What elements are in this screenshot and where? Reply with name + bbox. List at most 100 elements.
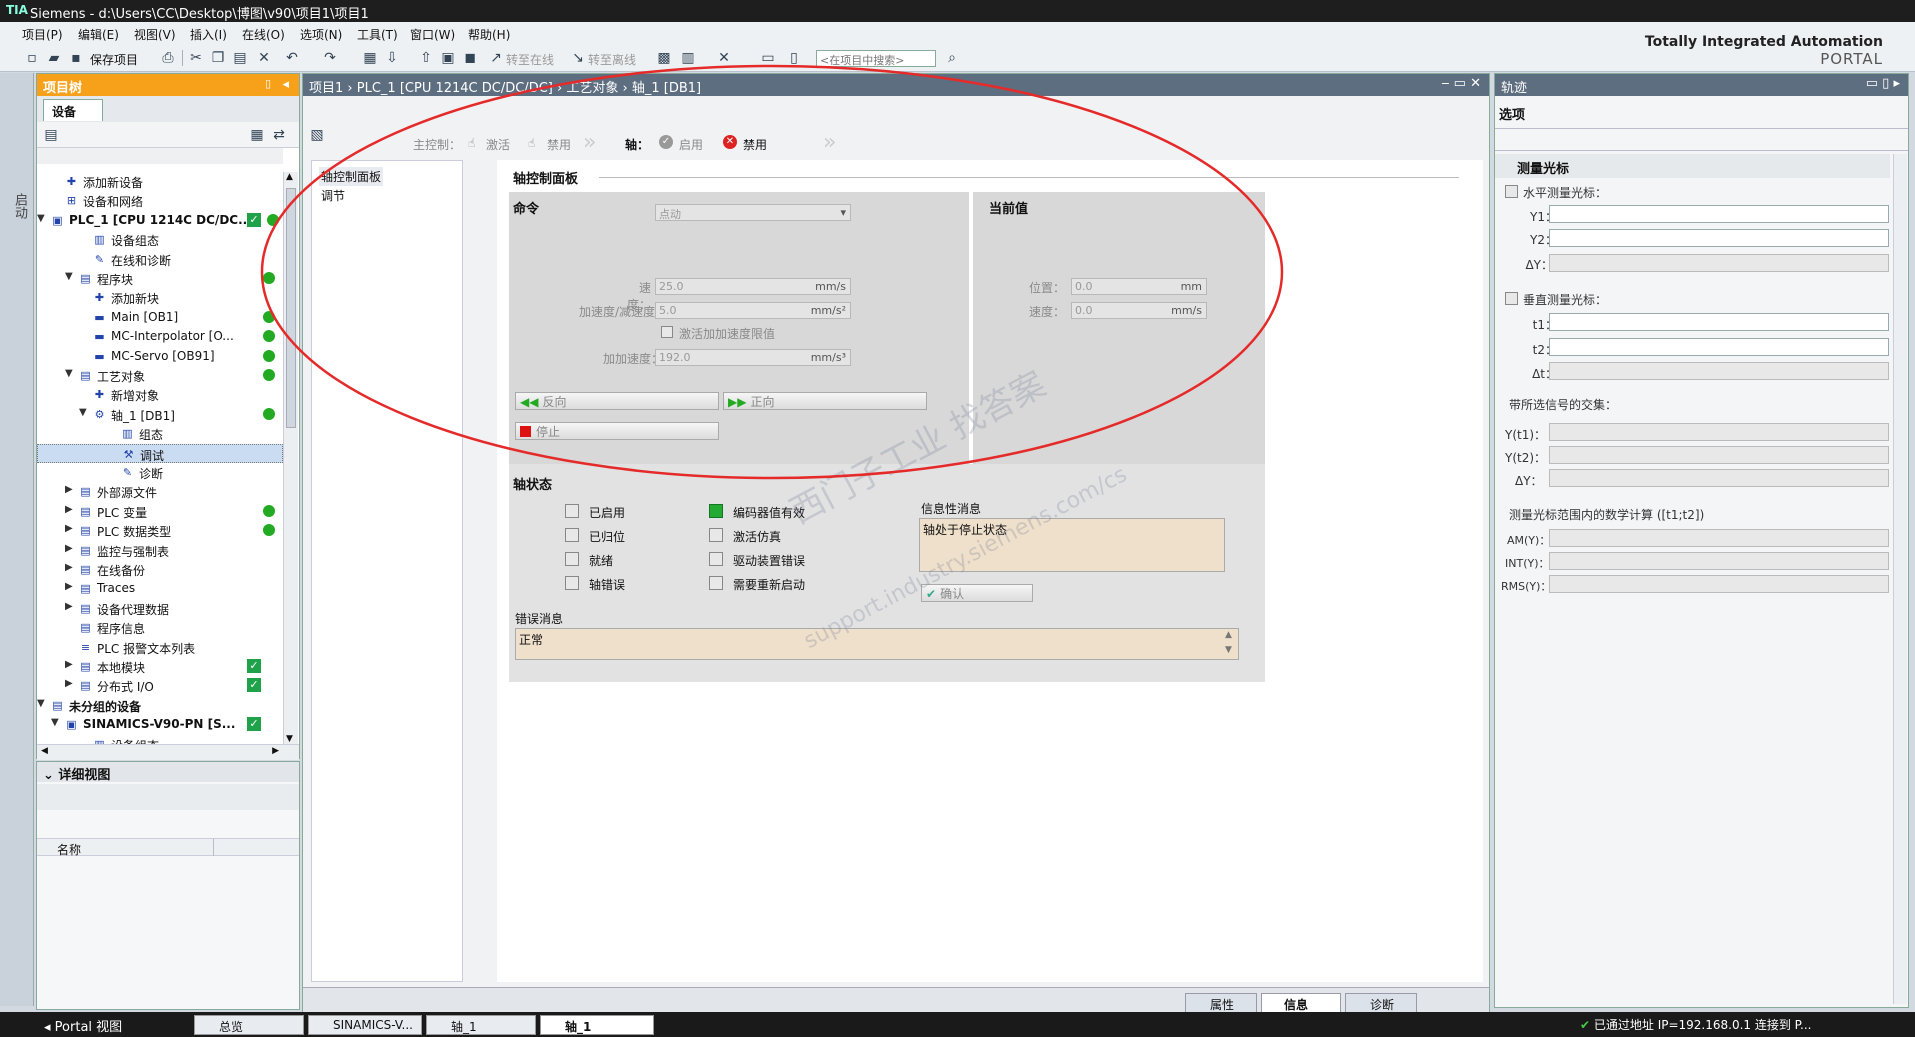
tree-view-icon[interactable]: ▤ bbox=[43, 127, 59, 143]
tree-add-block[interactable]: ✚ 添加新块 bbox=[37, 288, 283, 307]
stop-button[interactable]: 停止 bbox=[515, 422, 719, 440]
tree-watch-tables[interactable]: ▶ ▤ 监控与强制表 bbox=[37, 541, 283, 560]
compile-icon[interactable]: ▦ bbox=[362, 50, 378, 66]
axis-tab-2[interactable]: 轴_1 bbox=[540, 1015, 654, 1035]
tree-axis-config[interactable]: ▥ 组态 bbox=[37, 424, 283, 443]
nav-axis-control-panel[interactable]: 轴控制面板 bbox=[319, 167, 384, 186]
delete-icon[interactable]: ✕ bbox=[256, 50, 272, 66]
tree-alarm-texts[interactable]: ≡ PLC 报警文本列表 bbox=[37, 638, 283, 657]
tree-main-ob1[interactable]: ▬ Main [OB1] bbox=[37, 308, 283, 327]
y1-input[interactable] bbox=[1549, 205, 1889, 223]
expand-right-icon[interactable]: ▶ bbox=[65, 581, 73, 592]
accel-input[interactable]: 5.0 mm/s² bbox=[655, 302, 851, 319]
scroll-up-icon[interactable]: ▲ bbox=[286, 172, 293, 182]
deactivate-button[interactable]: 禁用 bbox=[547, 136, 571, 153]
go-offline-icon[interactable]: ↘ bbox=[570, 50, 586, 66]
tree-traces[interactable]: ▶ ▤ Traces bbox=[37, 579, 283, 598]
forward-button[interactable]: ▶▶ 正向 bbox=[723, 392, 927, 410]
tree-devices-networks[interactable]: ⊞ 设备和网络 bbox=[37, 191, 283, 210]
speed-input[interactable]: 25.0 mm/s bbox=[655, 278, 851, 295]
tree-local-modules[interactable]: ▶ ▤ 本地模块 ✓ bbox=[37, 657, 283, 676]
copy-icon[interactable]: ❐ bbox=[210, 50, 226, 66]
tree-external-sources[interactable]: ▶ ▤ 外部源文件 bbox=[37, 482, 283, 501]
axis-tab-1[interactable]: 轴_1 bbox=[426, 1015, 536, 1035]
menu-window[interactable]: 窗口(W) bbox=[410, 26, 455, 43]
refresh-icon[interactable]: ⇄ bbox=[271, 127, 287, 143]
tree-plc1[interactable]: ▼ ▣ PLC_1 [CPU 1214C DC/DC... ✓ bbox=[37, 211, 283, 230]
expand-down-icon[interactable]: ▼ bbox=[37, 698, 45, 709]
pin-icon[interactable]: ▯ bbox=[265, 77, 271, 90]
expand-down-icon[interactable]: ▼ bbox=[79, 407, 87, 418]
tree-axis-diagnostics[interactable]: ✎ 诊断 bbox=[37, 463, 283, 482]
menu-tools[interactable]: 工具(T) bbox=[357, 26, 398, 43]
toggle-icon[interactable]: ▧ bbox=[309, 127, 325, 143]
menu-insert[interactable]: 插入(I) bbox=[190, 26, 227, 43]
tree-add-object[interactable]: ✚ 新增对象 bbox=[37, 385, 283, 404]
overview-icon[interactable]: ▦ bbox=[249, 127, 265, 143]
expand-down-icon[interactable]: ▼ bbox=[37, 213, 45, 224]
tree-plc-datatypes[interactable]: ▶ ▤ PLC 数据类型 bbox=[37, 521, 283, 540]
menu-options[interactable]: 选项(N) bbox=[300, 26, 342, 43]
tree-plc-tags[interactable]: ▶ ▤ PLC 变量 bbox=[37, 502, 283, 521]
collapse-panel-icon[interactable]: ◂ bbox=[282, 77, 289, 92]
menu-edit[interactable]: 编辑(E) bbox=[78, 26, 119, 43]
activate-master-icon[interactable]: ☝ bbox=[468, 136, 475, 150]
expand-right-icon[interactable]: ▶ bbox=[65, 562, 73, 573]
expand-right-icon[interactable]: ▶ bbox=[65, 523, 73, 534]
scroll-right-icon[interactable]: ▶ bbox=[272, 746, 279, 756]
backward-button[interactable]: ◀◀ 反向 bbox=[515, 392, 719, 410]
nav-tuning[interactable]: 调节 bbox=[319, 186, 347, 205]
expand-down-icon[interactable]: ▼ bbox=[65, 368, 73, 379]
sinamics-tab[interactable]: SINAMICS-V... bbox=[308, 1015, 422, 1035]
t2-input[interactable] bbox=[1549, 338, 1889, 356]
download-icon[interactable]: ⇩ bbox=[384, 50, 400, 66]
disable-x-icon[interactable]: ✕ bbox=[723, 135, 737, 149]
close-icon[interactable]: ✕ bbox=[716, 50, 732, 66]
tree-axis1[interactable]: ▼ ⚙ 轴_1 [DB1] bbox=[37, 405, 283, 424]
scroll-left-icon[interactable]: ◀ bbox=[41, 746, 48, 756]
accessible-devices-icon[interactable]: ▩ bbox=[656, 50, 672, 66]
search-go-icon[interactable]: ⌕ bbox=[944, 50, 960, 66]
jerk-limit-checkbox[interactable] bbox=[661, 326, 673, 338]
stop-cpu-icon[interactable]: ◼ bbox=[462, 50, 478, 66]
expand-right-icon[interactable]: ▶ bbox=[65, 484, 73, 495]
new-project-icon[interactable]: ▫ bbox=[24, 50, 40, 66]
window-controls-icon[interactable]: ‒ ▭ ✕ bbox=[1441, 76, 1481, 91]
tree-program-info[interactable]: ▤ 程序信息 bbox=[37, 618, 283, 637]
jerk-input[interactable]: 192.0 mm/s³ bbox=[655, 349, 851, 366]
tree-vscrollbar[interactable]: ▲ ▼ bbox=[283, 172, 298, 744]
search-input[interactable]: <在项目中搜索> bbox=[816, 50, 936, 67]
tree-program-blocks[interactable]: ▼ ▤ 程序块 bbox=[37, 269, 283, 288]
undo-icon[interactable]: ↶ bbox=[284, 50, 300, 66]
tree-ungrouped-devices[interactable]: ▼ ▤ 未分组的设备 bbox=[37, 696, 283, 715]
expand-down-icon[interactable]: ▼ bbox=[51, 717, 59, 728]
expand-right-icon[interactable]: ▶ bbox=[65, 601, 73, 612]
breadcrumb-axis[interactable]: 轴_1 [DB1] bbox=[632, 81, 701, 96]
chevron-down-icon[interactable]: ⌄ bbox=[43, 768, 58, 783]
breadcrumb-tech-objects[interactable]: 工艺对象 bbox=[566, 81, 618, 96]
enable-axis-button[interactable]: 启用 bbox=[679, 136, 703, 153]
overview-tab[interactable]: 总览 bbox=[194, 1015, 304, 1035]
go-online-button[interactable]: 转至在线 bbox=[506, 51, 554, 68]
disable-axis-button[interactable]: 禁用 bbox=[743, 136, 767, 153]
tree-scroll-thumb[interactable] bbox=[286, 188, 296, 428]
paste-icon[interactable]: ▤ bbox=[232, 50, 248, 66]
tree-online-backups[interactable]: ▶ ▤ 在线备份 bbox=[37, 560, 283, 579]
devices-tab[interactable]: 设备 bbox=[43, 99, 103, 121]
go-online-icon[interactable]: ↗ bbox=[488, 50, 504, 66]
breadcrumb-plc[interactable]: PLC_1 [CPU 1214C DC/DC/DC] bbox=[357, 81, 553, 96]
expand-right-icon[interactable]: ▶ bbox=[65, 543, 73, 554]
tree-hscrollbar[interactable]: ◀ ▶ bbox=[37, 744, 299, 760]
go-offline-button[interactable]: 转至离线 bbox=[588, 51, 636, 68]
expand-right-icon[interactable]: ▶ bbox=[65, 678, 73, 689]
portal-view-button[interactable]: ◂ Portal 视图 bbox=[44, 1016, 122, 1035]
print-icon[interactable]: ⎙ bbox=[160, 50, 176, 66]
scroll-down-icon[interactable]: ▼ bbox=[1225, 645, 1232, 655]
split-horizontal-icon[interactable]: ▭ bbox=[760, 50, 776, 66]
menu-project[interactable]: 项目(P) bbox=[22, 26, 63, 43]
tree-sinamics-v90[interactable]: ▼ ▣ SINAMICS-V90-PN [S... ✓ bbox=[37, 715, 283, 734]
deactivate-master-icon[interactable]: ☝ bbox=[528, 136, 535, 150]
open-project-icon[interactable]: ▰ bbox=[46, 50, 62, 66]
start-tab[interactable]: 启动 bbox=[10, 193, 29, 219]
expand-right-icon[interactable]: ▶ bbox=[65, 659, 73, 670]
